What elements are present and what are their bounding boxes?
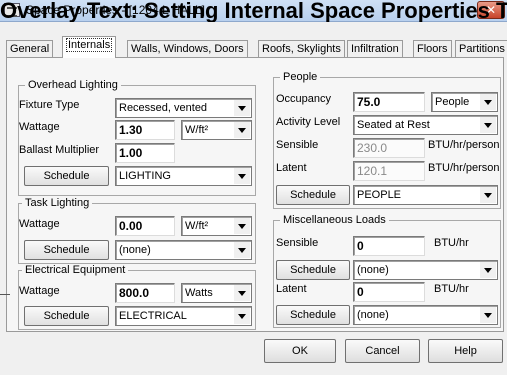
ok-button[interactable]: OK (264, 339, 336, 363)
electrical-equipment-group: Electrical Equipment Wattage 800.0 Watts… (18, 264, 256, 330)
misc-latent-schedule-button[interactable]: Schedule (276, 305, 350, 325)
ballast-multiplier-field[interactable]: 1.00 (115, 143, 175, 163)
wattage-label: Wattage (19, 121, 60, 133)
chevron-down-icon (234, 100, 250, 116)
overlay-caption: Overlay Text: Setting Internal Space Pro… (0, 0, 507, 22)
misc-sensible-unit: BTU/hr (434, 237, 469, 249)
occupancy-label: Occupancy (276, 93, 332, 105)
group-title: Task Lighting (22, 197, 93, 209)
task-lighting-group: Task Lighting Wattage 0.00 W/ft² Schedul… (18, 197, 256, 264)
group-title: Overhead Lighting (25, 79, 121, 91)
chevron-down-icon (234, 242, 250, 258)
chevron-down-icon (480, 307, 496, 323)
latent-label: Latent (276, 283, 307, 295)
sensible-label: Sensible (276, 139, 319, 151)
wattage-label: Wattage (19, 285, 60, 297)
overhead-wattage-field[interactable]: 1.30 (115, 120, 175, 140)
sensible-label: Sensible (276, 237, 319, 249)
overhead-schedule-select[interactable]: LIGHTING (115, 166, 252, 186)
chevron-down-icon (480, 94, 496, 110)
electrical-wattage-field[interactable]: 800.0 (115, 283, 175, 303)
tab-infiltration[interactable]: Infiltration (347, 40, 403, 58)
task-wattage-unit-select[interactable]: W/ft² (181, 216, 252, 236)
people-latent-field: 120.1 (353, 161, 425, 181)
tab-partitions[interactable]: Partitions (455, 40, 507, 58)
tab-general[interactable]: General (6, 40, 54, 58)
task-wattage-field[interactable]: 0.00 (115, 216, 175, 236)
fixture-type-label: Fixture Type (19, 99, 80, 111)
sensible-unit: BTU/hr/person (428, 139, 500, 151)
people-schedule-select[interactable]: PEOPLE (353, 185, 498, 205)
electrical-wattage-unit-select[interactable]: Watts (181, 283, 252, 303)
overhead-wattage-unit-select[interactable]: W/ft² (181, 120, 252, 140)
people-schedule-button[interactable]: Schedule (276, 185, 350, 205)
misc-latent-unit: BTU/hr (434, 283, 469, 295)
wattage-label: Wattage (19, 218, 60, 230)
latent-label: Latent (276, 162, 307, 174)
chevron-down-icon (234, 122, 250, 138)
chevron-down-icon (234, 168, 250, 184)
activity-level-select[interactable]: Seated at Rest (353, 115, 498, 135)
task-schedule-select[interactable]: (none) (115, 240, 252, 260)
chevron-down-icon (234, 218, 250, 234)
electrical-schedule-button[interactable]: Schedule (24, 306, 109, 326)
task-schedule-button[interactable]: Schedule (24, 240, 109, 260)
misc-sensible-field[interactable]: 0 (353, 236, 425, 256)
misc-sensible-schedule-select[interactable]: (none) (353, 260, 498, 280)
chevron-down-icon (234, 308, 250, 324)
latent-unit: BTU/hr/person (428, 162, 500, 174)
chevron-down-icon (480, 262, 496, 278)
dialog-body: General Internals Walls, Windows, Doors … (0, 22, 507, 375)
tab-floors[interactable]: Floors (413, 40, 452, 58)
divider (0, 294, 10, 295)
people-group: People Occupancy 75.0 People Activity Le… (273, 71, 501, 209)
chevron-down-icon (480, 187, 496, 203)
occupancy-unit-select[interactable]: People (431, 92, 498, 112)
chevron-down-icon (480, 117, 496, 133)
misc-sensible-schedule-button[interactable]: Schedule (276, 260, 350, 280)
ballast-multiplier-label: Ballast Multiplier (19, 144, 100, 156)
group-title: Miscellaneous Loads (280, 214, 389, 226)
electrical-schedule-select[interactable]: ELECTRICAL (115, 306, 252, 326)
help-button[interactable]: Help (428, 339, 503, 363)
misc-latent-field[interactable]: 0 (353, 282, 425, 302)
group-title: Electrical Equipment (22, 264, 129, 276)
misc-latent-schedule-select[interactable]: (none) (353, 305, 498, 325)
cancel-button[interactable]: Cancel (345, 339, 420, 363)
tab-roofs-skylights[interactable]: Roofs, Skylights (258, 40, 345, 58)
miscellaneous-loads-group: Miscellaneous Loads Sensible 0 BTU/hr Sc… (273, 214, 501, 328)
chevron-down-icon (234, 285, 250, 301)
fixture-type-select[interactable]: Recessed, vented (115, 98, 252, 118)
group-title: People (280, 71, 321, 83)
overhead-schedule-button[interactable]: Schedule (24, 166, 109, 186)
internals-panel: Overhead Lighting Fixture Type Recessed,… (6, 57, 504, 332)
occupancy-field[interactable]: 75.0 (353, 92, 425, 112)
tab-internals[interactable]: Internals (62, 36, 117, 58)
overhead-lighting-group: Overhead Lighting Fixture Type Recessed,… (18, 79, 256, 196)
people-sensible-field: 230.0 (353, 138, 425, 158)
activity-level-label: Activity Level (276, 116, 341, 128)
tab-walls-windows-doors[interactable]: Walls, Windows, Doors (127, 40, 248, 58)
